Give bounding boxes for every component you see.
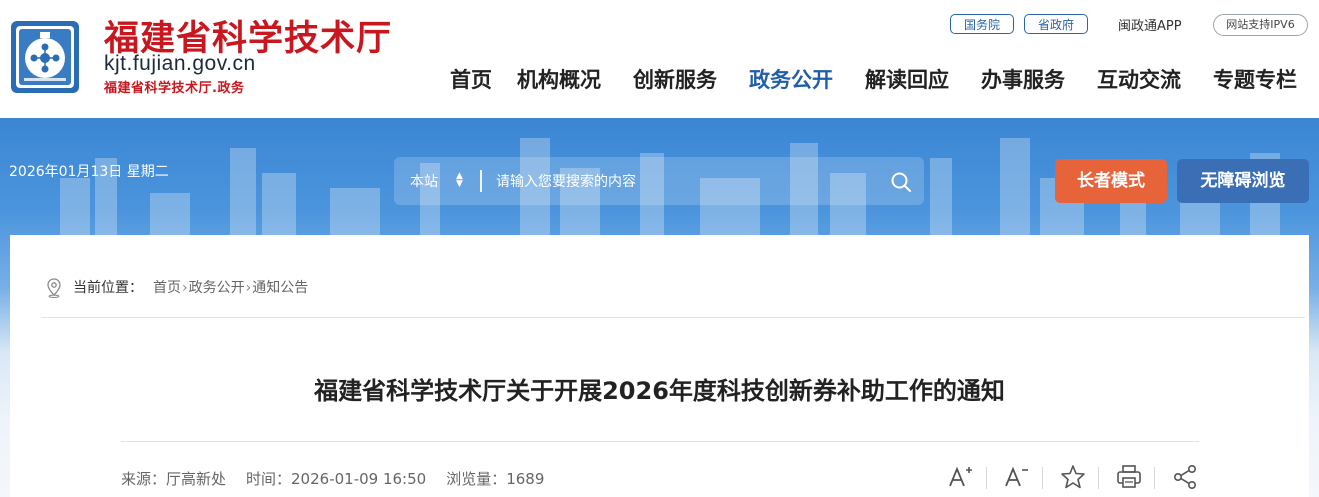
article-source: 来源：厅高新处 (121, 470, 227, 488)
nav-item-innovation-services[interactable]: 创新服务 (633, 64, 717, 94)
search-input[interactable] (494, 167, 878, 197)
elder-mode-button[interactable]: 长者模式 (1055, 159, 1167, 203)
share-icon[interactable] (1171, 463, 1199, 491)
font-increase-icon[interactable] (946, 463, 974, 491)
current-date: 2026年01月13日 星期二 (9, 164, 169, 180)
favorite-icon[interactable] (1059, 463, 1087, 491)
breadcrumb-divider (41, 317, 1305, 318)
search-bar: 本站 ▲ ▼ (394, 157, 924, 205)
article-card: 当前位置： 首页›政务公开›通知公告 福建省科学技术厅关于开展2026年度科技创… (10, 235, 1309, 497)
nav-item-government-affairs[interactable]: 政务公开 (749, 64, 833, 94)
location-pin-icon (47, 278, 61, 298)
breadcrumb-government-affairs[interactable]: 政务公开 (189, 280, 245, 296)
nav-item-interaction[interactable]: 互动交流 (1097, 64, 1181, 94)
sort-arrows-icon[interactable]: ▲ ▼ (456, 172, 466, 190)
site-subdomain: 福建省科学技术厅.政务 (104, 81, 245, 96)
nav-item-interpretation[interactable]: 解读回应 (865, 64, 949, 94)
title-divider (121, 441, 1199, 442)
nav-item-services[interactable]: 办事服务 (981, 64, 1065, 94)
search-divider (480, 170, 482, 192)
font-decrease-icon[interactable] (1002, 463, 1030, 491)
print-icon[interactable] (1115, 463, 1143, 491)
provincial-government-link[interactable]: 省政府 (1024, 14, 1088, 34)
article-time: 时间：2026-01-09 16:50 (246, 470, 427, 488)
tool-separator (1154, 467, 1155, 489)
breadcrumb-home[interactable]: 首页 (153, 280, 181, 296)
department-emblem-icon[interactable] (10, 20, 80, 94)
accessibility-button[interactable]: 无障碍浏览 (1177, 159, 1309, 203)
nav-item-topics[interactable]: 专题专栏 (1213, 64, 1297, 94)
search-icon[interactable] (890, 171, 912, 193)
ipv6-badge: 网站支持IPV6 (1213, 14, 1308, 36)
site-header: 福建省科学技术厅 kjt.fujian.gov.cn 福建省科学技术厅.政务 国… (0, 0, 1319, 118)
search-scope-select[interactable]: 本站 (410, 171, 438, 191)
breadcrumb-notices[interactable]: 通知公告 (252, 280, 308, 296)
tool-separator (1098, 467, 1099, 489)
breadcrumb-label: 当前位置： (73, 280, 143, 296)
article-views: 浏览量：1689 (446, 470, 545, 488)
tool-separator (986, 467, 987, 489)
nav-item-organization[interactable]: 机构概况 (517, 64, 601, 94)
site-domain: kjt.fujian.gov.cn (104, 52, 256, 75)
article-meta: 来源：厅高新处 时间：2026-01-09 16:50 浏览量：1689 (121, 468, 564, 489)
article-title: 福建省科学技术厅关于开展2026年度科技创新券补助工作的通知 (314, 377, 1005, 405)
minzhengtong-app-link[interactable]: 闽政通APP (1118, 15, 1182, 34)
tool-separator (1042, 467, 1043, 489)
nav-item-home[interactable]: 首页 (450, 64, 492, 94)
guowuyuan-link[interactable]: 国务院 (950, 14, 1014, 34)
